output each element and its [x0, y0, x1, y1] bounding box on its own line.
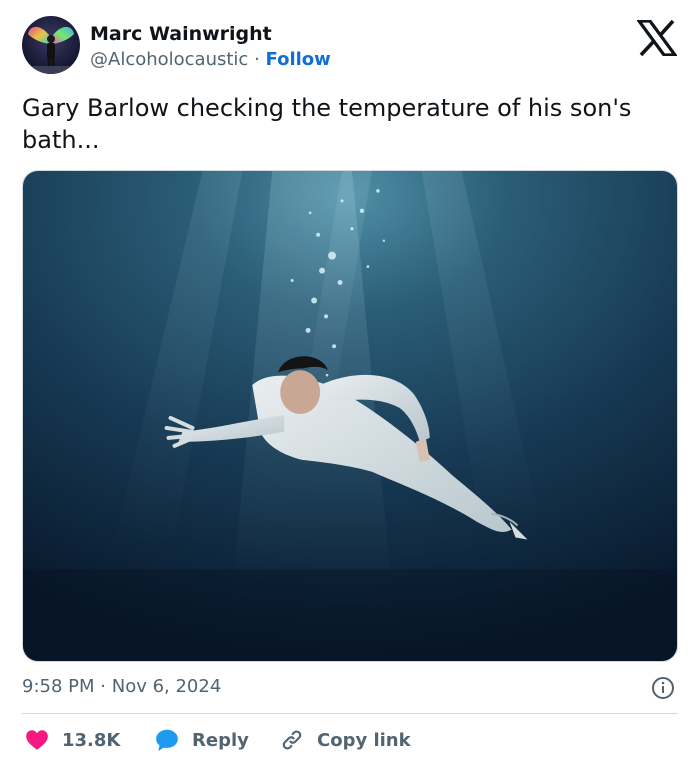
- heart-icon: [26, 730, 48, 750]
- info-icon[interactable]: [651, 676, 675, 700]
- avatar-image: [22, 26, 80, 74]
- tweet-date: Nov 6, 2024: [111, 676, 222, 697]
- author-handle[interactable]: @Alcoholocaustic: [90, 49, 248, 70]
- tweet-timestamp[interactable]: 9:58 PM · Nov 6, 2024: [22, 675, 221, 699]
- author-name[interactable]: Marc Wainwright: [90, 22, 272, 46]
- underwater-photo: [23, 171, 677, 661]
- timestamp-separator: ·: [100, 676, 106, 697]
- tweet-time: 9:58 PM: [22, 676, 95, 697]
- copy-link-label: Copy link: [317, 729, 411, 751]
- like-button[interactable]: 13.8K: [24, 726, 120, 754]
- divider: [22, 713, 678, 714]
- reply-label: Reply: [192, 729, 249, 751]
- x-logo-icon[interactable]: [637, 20, 677, 56]
- handle-separator: ·: [254, 49, 260, 70]
- speech-bubble-icon: [156, 729, 178, 751]
- likes-count: 13.8K: [62, 729, 121, 751]
- copy-link-button[interactable]: Copy link: [279, 726, 411, 754]
- follow-button[interactable]: Follow: [266, 49, 331, 70]
- tweet-photo[interactable]: [22, 170, 678, 662]
- avatar[interactable]: [22, 16, 80, 74]
- author-handle-line: @Alcoholocaustic · Follow: [90, 48, 331, 72]
- tweet-card: Marc Wainwright @Alcoholocaustic · Follo…: [0, 0, 700, 766]
- tweet-text: Gary Barlow checking the temperature of …: [22, 94, 632, 154]
- reply-button[interactable]: Reply: [154, 726, 249, 754]
- link-icon: [282, 730, 302, 750]
